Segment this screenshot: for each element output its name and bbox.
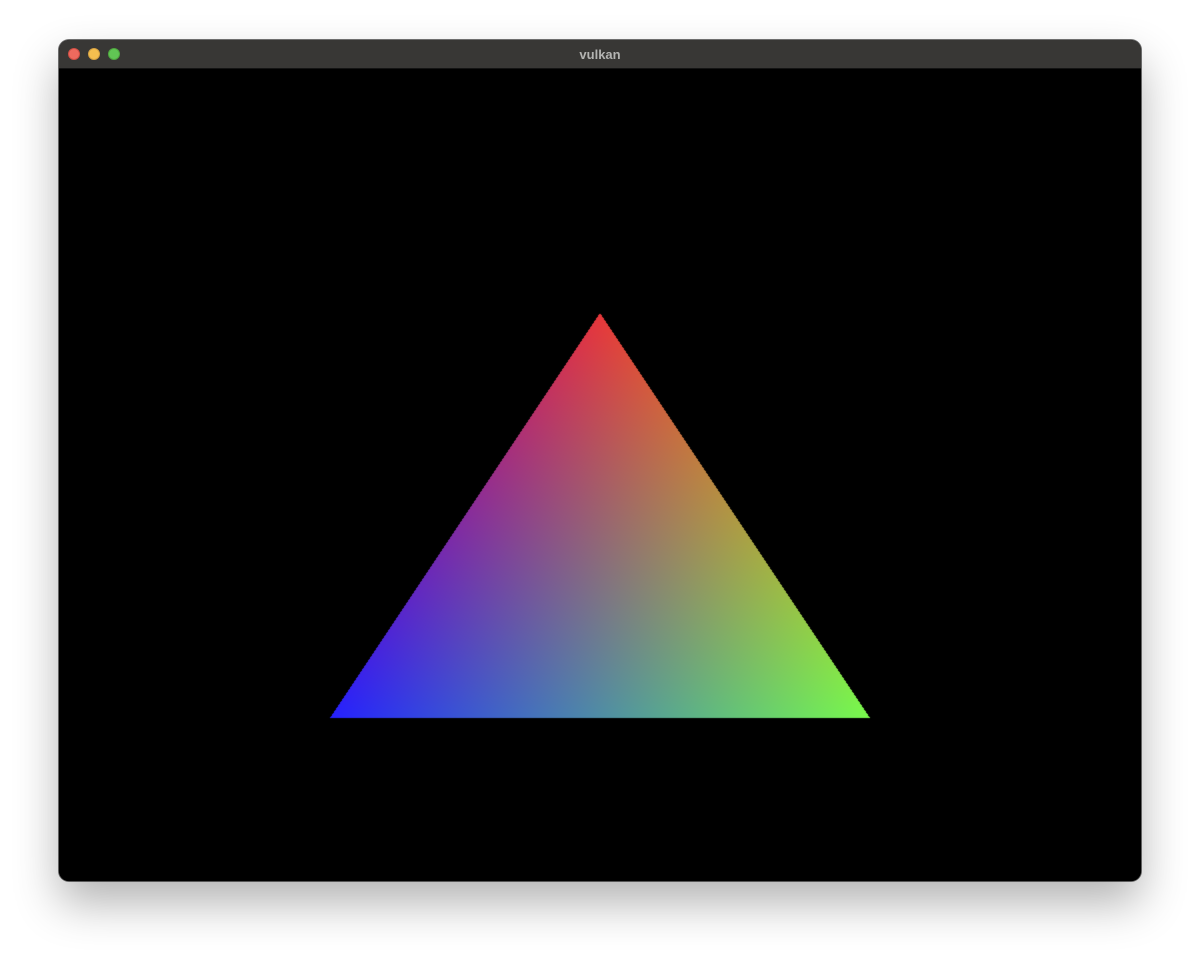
rgb-triangle	[59, 69, 1141, 881]
title-bar[interactable]: vulkan	[59, 40, 1141, 69]
render-viewport[interactable]	[59, 69, 1141, 881]
app-window: vulkan	[59, 40, 1141, 881]
window-title: vulkan	[579, 47, 621, 62]
